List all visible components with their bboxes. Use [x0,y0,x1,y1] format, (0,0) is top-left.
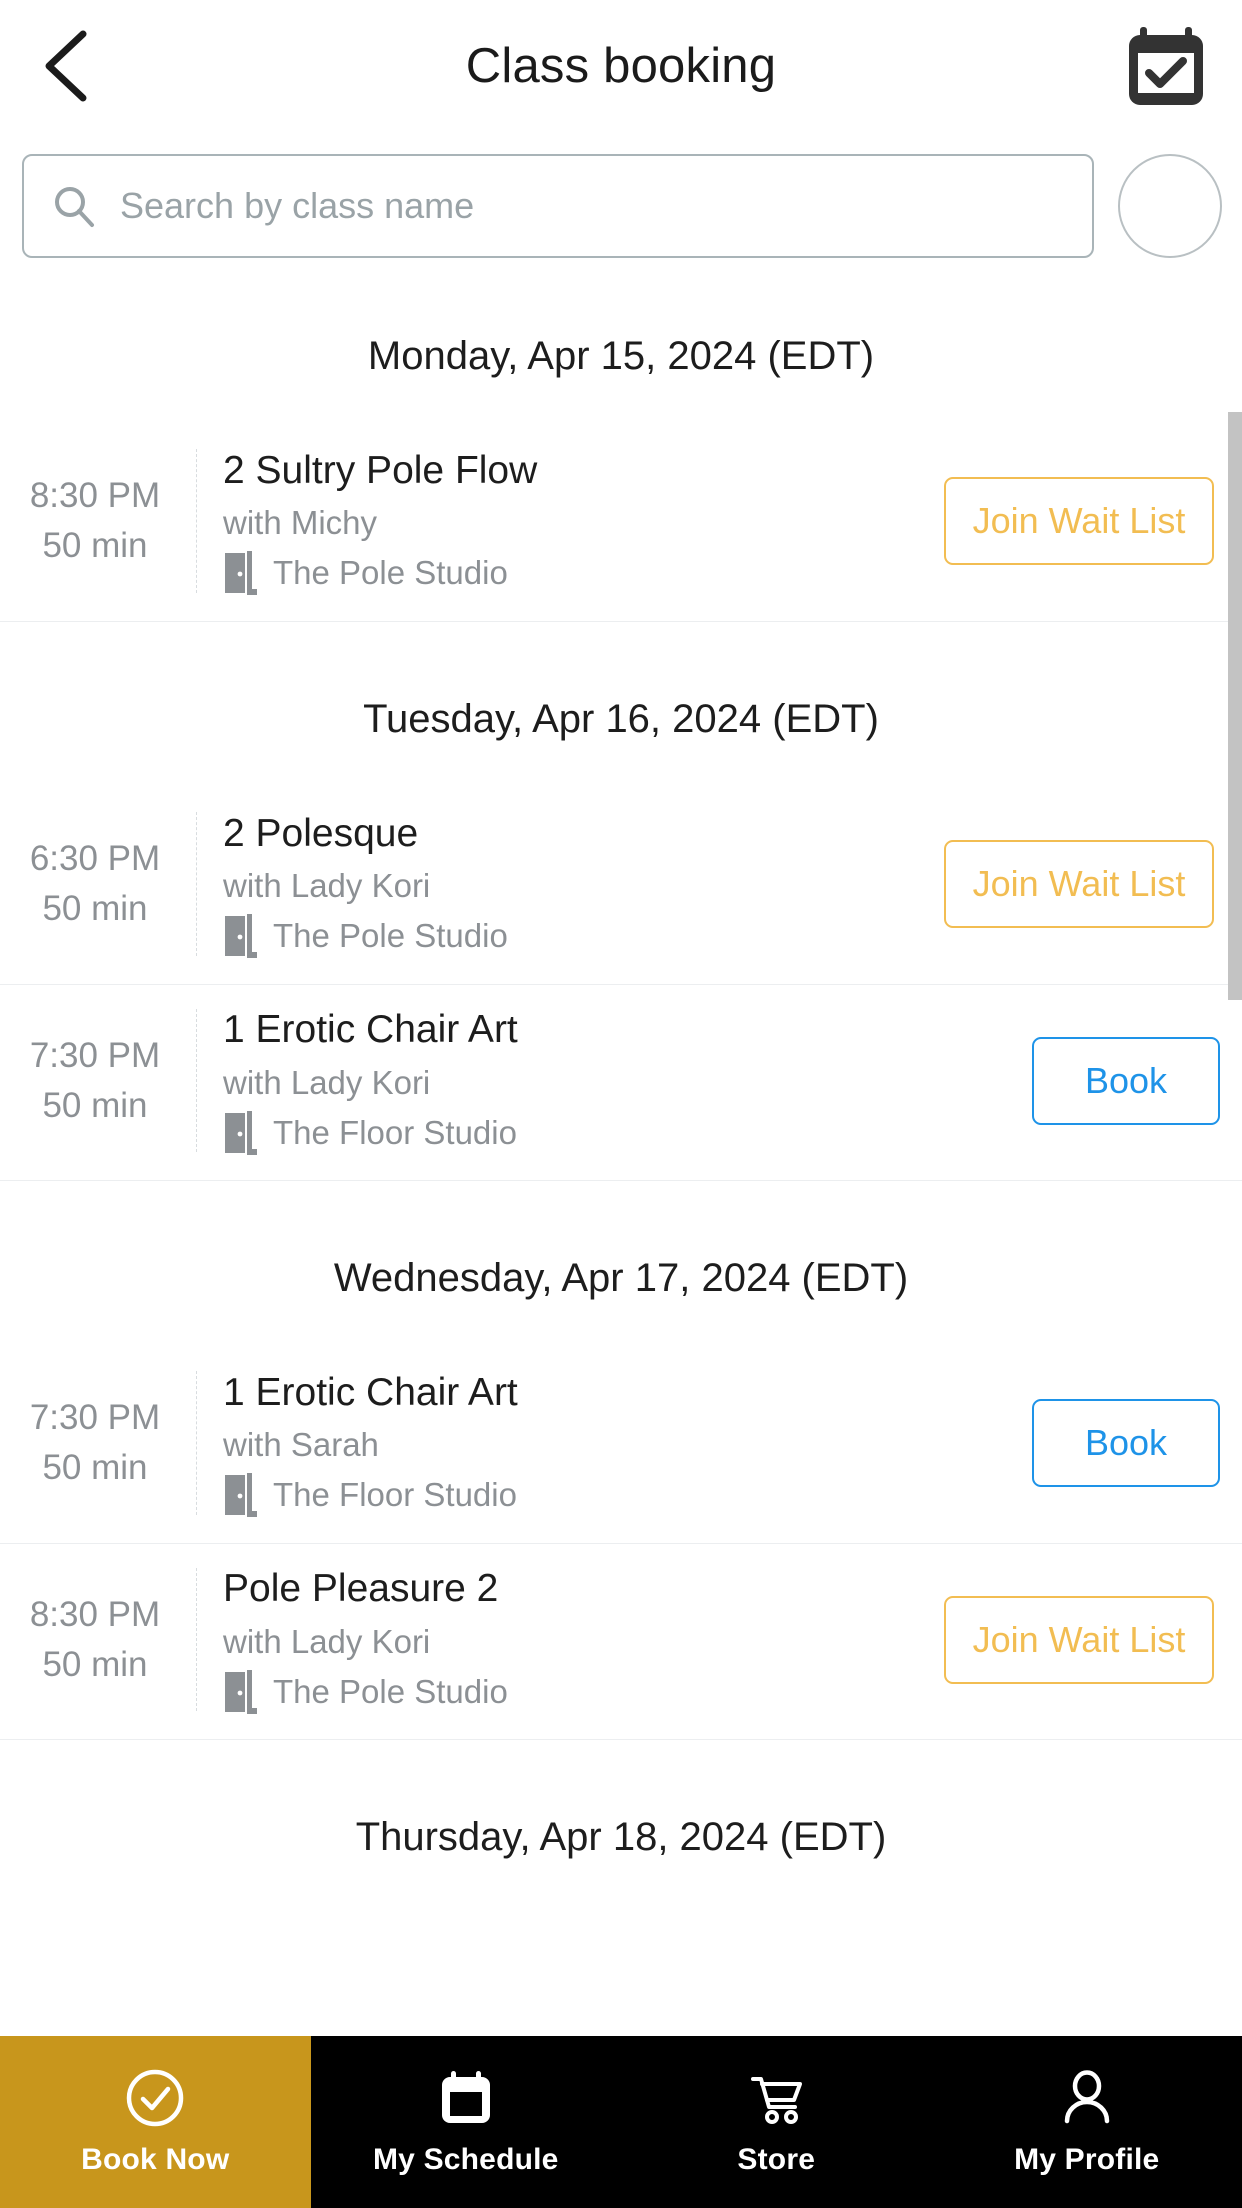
class-teacher: with Sarah [223,1426,379,1464]
door-icon [225,1473,257,1518]
class-info: 2 Sultry Pole Flow with Michy The Pole S… [197,447,942,596]
nav-label: Store [737,2143,816,2176]
nav-label: My Schedule [372,2143,559,2176]
class-time-col: 7:30 PM 50 min [0,1393,196,1492]
search-placeholder: Search by class name [120,185,475,226]
page-title: Class booking [465,39,777,93]
class-duration: 50 min [42,889,148,928]
day-header: Thursday, Apr 18, 2024 (EDT) [355,1815,887,1859]
book-button[interactable]: Book [1032,1036,1220,1125]
door-icon [225,551,257,596]
class-studio: The Pole Studio [223,914,942,959]
book-button[interactable]: Book [1032,1399,1220,1487]
class-time-col: 6:30 PM 50 min [0,834,196,933]
door-icon [225,1110,257,1155]
calendar-button[interactable] [1120,20,1212,112]
door-icon [225,914,257,959]
search-input[interactable]: Search by class name [22,154,1094,258]
class-row[interactable]: 8:30 PM 50 min 2 Sultry Pole Flow with M… [0,425,1242,621]
class-row[interactable]: 7:30 PM 50 min 1 Erotic Chair Art with L… [0,984,1242,1180]
class-studio: The Pole Studio [223,551,942,596]
class-info: 1 Erotic Chair Art with Lady Kori The Fl… [197,1006,942,1155]
class-studio: The Floor Studio [223,1110,942,1155]
bottom-nav: Book Now My Schedule Store My Profile [0,2036,1242,2208]
class-duration: 50 min [42,1448,148,1487]
class-time: 6:30 PM [29,839,161,879]
nav-item-book-now[interactable]: Book Now [0,2036,311,2208]
join-wait-list-button[interactable]: Join Wait List [944,840,1214,928]
class-time: 7:30 PM [29,1035,161,1075]
nav-item-my-profile[interactable]: My Profile [932,2036,1242,2208]
join-wait-list-button[interactable]: Join Wait List [944,1595,1214,1684]
join-wait-list-button[interactable]: Join Wait List [944,477,1214,565]
class-action: Join Wait List [942,840,1242,928]
app-header: Class booking [0,0,1242,132]
studio-name: The Floor Studio [273,1113,517,1151]
studio-name: The Floor Studio [273,1476,517,1514]
class-studio: The Pole Studio [223,1669,942,1714]
day-separator [0,1180,1242,1202]
nav-label: Book Now [81,2143,230,2176]
studio-name: The Pole Studio [273,554,508,592]
class-time-col: 8:30 PM 50 min [0,1590,196,1689]
studio-name: The Pole Studio [273,1672,508,1710]
door-icon [225,1669,257,1714]
class-name: 1 Erotic Chair Art [223,1008,518,1052]
class-action: Join Wait List [942,1595,1242,1684]
scrollbar-track[interactable] [1228,412,1242,2036]
day-header: Monday, Apr 15, 2024 (EDT) [367,334,875,378]
day-header: Wednesday, Apr 17, 2024 (EDT) [333,1256,909,1300]
class-info: Pole Pleasure 2 with Lady Kori The Pole … [197,1565,942,1714]
class-info: 1 Erotic Chair Art with Sarah The Floor … [197,1369,942,1518]
class-list[interactable]: Monday, Apr 15, 2024 (EDT) 8:30 PM 50 mi… [0,280,1242,2036]
class-duration: 50 min [42,1644,148,1684]
class-time: 8:30 PM [29,476,161,516]
search-icon [55,187,94,227]
studio-name: The Pole Studio [273,917,508,955]
class-name: 1 Erotic Chair Art [223,1370,518,1414]
nav-label: My Profile [1014,2143,1160,2176]
class-name: 2 Sultry Pole Flow [223,448,538,492]
nav-item-my-schedule[interactable]: My Schedule [311,2036,622,2208]
class-duration: 50 min [42,1085,148,1125]
class-teacher: with Lady Kori [223,1622,431,1660]
class-action: Book [942,1036,1242,1125]
check-circle-icon [127,2069,184,2127]
class-action: Book [942,1399,1242,1487]
class-time: 7:30 PM [29,1398,161,1438]
class-time: 8:30 PM [29,1594,161,1634]
class-name: Pole Pleasure 2 [223,1567,499,1611]
class-duration: 50 min [42,526,148,565]
class-studio: The Floor Studio [223,1473,942,1518]
class-time-col: 7:30 PM 50 min [0,1031,196,1130]
calendar-icon [441,2071,490,2123]
person-icon [1064,2070,1109,2124]
class-teacher: with Michy [223,504,378,542]
chevron-left-icon [45,30,87,102]
day-separator [0,621,1242,643]
filter-circle-button[interactable] [1118,154,1222,258]
class-teacher: with Lady Kori [223,867,431,905]
class-row[interactable]: 6:30 PM 50 min 2 Polesque with Lady Kori… [0,788,1242,984]
nav-item-store[interactable]: Store [621,2036,932,2208]
cart-icon [751,2077,803,2124]
class-action: Join Wait List [942,477,1242,565]
search-row: Search by class name [0,132,1242,280]
scrollbar-thumb[interactable] [1228,412,1242,1000]
day-header: Tuesday, Apr 16, 2024 (EDT) [363,697,879,741]
class-booking-screen: Class booking Search by class name Monda… [0,0,1242,2208]
class-teacher: with Lady Kori [223,1063,431,1101]
day-separator [0,1739,1242,1761]
calendar-check-icon [1129,27,1203,105]
class-name: 2 Polesque [223,811,419,855]
back-button[interactable] [22,22,110,110]
class-info: 2 Polesque with Lady Kori The Pole Studi… [197,810,942,959]
class-time-col: 8:30 PM 50 min [0,471,196,570]
class-row[interactable]: 7:30 PM 50 min 1 Erotic Chair Art with S… [0,1347,1242,1543]
class-row[interactable]: 8:30 PM 50 min Pole Pleasure 2 with Lady… [0,1543,1242,1739]
